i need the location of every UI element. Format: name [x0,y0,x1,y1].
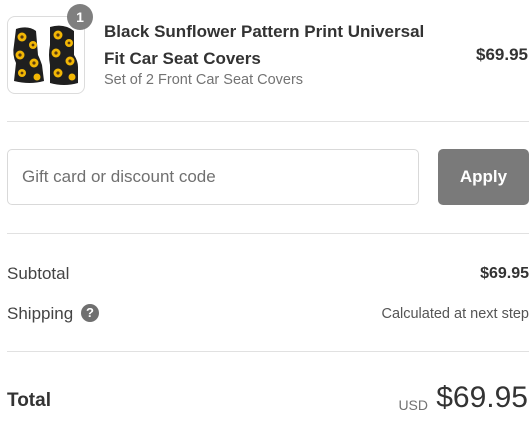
total-value: $69.95 [436,381,528,414]
divider [7,351,529,352]
shipping-label: Shipping [7,304,74,323]
apply-button[interactable]: Apply [438,149,529,205]
discount-code-input[interactable] [7,149,419,205]
product-variant: Set of 2 Front Car Seat Covers [104,72,304,88]
subtotal-label: Subtotal [7,264,70,283]
divider [7,233,529,234]
total-label: Total [7,390,51,411]
subtotal-value: $69.95 [480,265,529,282]
sunflower-seat-covers-image [13,25,78,86]
order-summary: 1 Black Sunflower Pattern Print Universa… [0,0,532,423]
product-title: Black Sunflower Pattern Print Universal … [104,22,425,68]
quantity-badge: 1 [67,4,93,30]
divider [7,121,529,122]
question-circle-icon[interactable]: ? [81,304,99,322]
product-price: $69.95 [476,45,528,64]
currency-code: USD [398,397,428,413]
shipping-value: Calculated at next step [381,306,529,322]
